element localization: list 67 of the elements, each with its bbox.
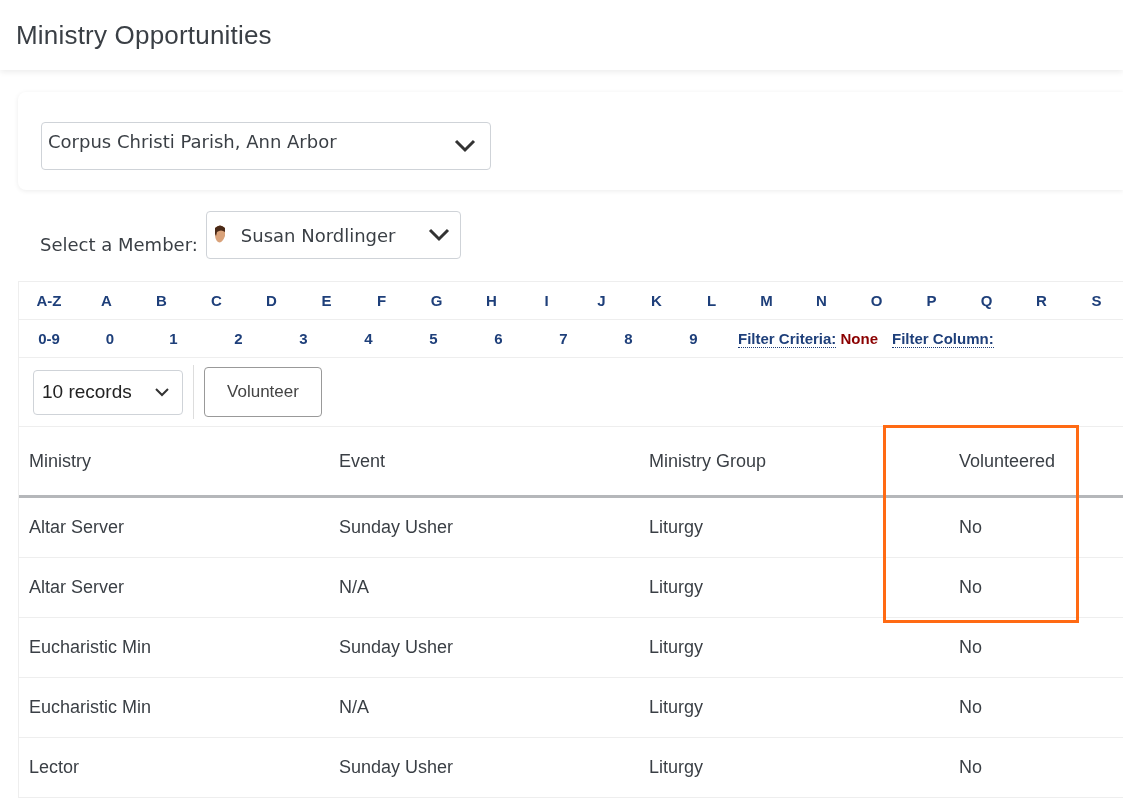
- letter-filter-link[interactable]: O: [849, 292, 904, 309]
- member-dropdown[interactable]: Susan Nordlinger: [205, 211, 461, 259]
- digit-filter-link[interactable]: 8: [596, 330, 661, 347]
- letter-filter-link[interactable]: C: [189, 292, 244, 309]
- member-label: Select a Member:: [40, 234, 198, 257]
- filter-column-label: Filter Column:: [892, 329, 994, 348]
- records-dropdown[interactable]: 10 records: [33, 369, 183, 415]
- filter-criteria-label: Filter Criteria:: [738, 330, 837, 348]
- digit-filter-link[interactable]: 5: [401, 330, 466, 347]
- digit-filter-link[interactable]: 1: [141, 330, 206, 347]
- letter-filter-link[interactable]: D: [244, 292, 299, 309]
- table-cell: Liturgy: [639, 496, 949, 558]
- digit-filter-link[interactable]: 0: [79, 330, 141, 347]
- letter-filter-link[interactable]: A-Z: [19, 292, 79, 309]
- letter-filter-link[interactable]: P: [904, 292, 959, 309]
- column-header[interactable]: Event: [329, 427, 639, 497]
- letter-filter-link[interactable]: N: [794, 292, 849, 309]
- digit-filter-link[interactable]: 4: [336, 330, 401, 347]
- letter-filter-link[interactable]: H: [464, 292, 519, 309]
- letter-filter-link[interactable]: I: [519, 292, 574, 309]
- table-cell: Altar Server: [19, 496, 329, 558]
- letter-filter-link[interactable]: M: [739, 292, 794, 309]
- table-cell: Sunday Usher: [329, 496, 639, 558]
- chevron-down-icon: [427, 228, 450, 242]
- table-cell: Altar Server: [19, 557, 329, 618]
- table-cell: Sunday Usher: [329, 737, 639, 798]
- digit-filter-link[interactable]: 3: [271, 330, 336, 347]
- table-cell: Liturgy: [639, 677, 949, 738]
- table-cell: N/A: [329, 677, 639, 738]
- volunteer-button[interactable]: Volunteer: [204, 367, 322, 417]
- digit-filter-link[interactable]: 0-9: [19, 330, 79, 347]
- filter-criteria-value: None: [840, 330, 879, 347]
- column-header[interactable]: Ministry Group: [639, 427, 949, 497]
- table-cell: Eucharistic Min: [19, 617, 329, 678]
- letter-filter-link[interactable]: R: [1014, 292, 1069, 309]
- chevron-down-icon: [454, 139, 476, 153]
- letter-filter-link[interactable]: Q: [959, 292, 1014, 309]
- chevron-down-icon: [154, 387, 170, 397]
- letter-filter-link[interactable]: G: [409, 292, 464, 309]
- digit-filter-link[interactable]: 7: [531, 330, 596, 347]
- table-cell: Eucharistic Min: [19, 677, 329, 738]
- page-title: Ministry Opportunities: [16, 19, 272, 51]
- table-cell: Liturgy: [639, 617, 949, 678]
- letter-filter-link[interactable]: K: [629, 292, 684, 309]
- letter-filter-link[interactable]: A: [79, 292, 134, 309]
- table-cell: Sunday Usher: [329, 617, 639, 678]
- table-cell: No: [949, 557, 1123, 618]
- column-header[interactable]: Ministry: [19, 427, 329, 497]
- table-cell: No: [949, 737, 1123, 798]
- column-header[interactable]: Volunteered: [949, 427, 1123, 497]
- letter-filter-link[interactable]: S: [1069, 292, 1123, 309]
- letter-filter-link[interactable]: B: [134, 292, 189, 309]
- table-cell: Liturgy: [639, 557, 949, 618]
- digit-filter-link[interactable]: 6: [466, 330, 531, 347]
- digit-filter-link[interactable]: 2: [206, 330, 271, 347]
- table-cell: Liturgy: [639, 737, 949, 798]
- letter-filter-link[interactable]: J: [574, 292, 629, 309]
- letter-filter-link[interactable]: E: [299, 292, 354, 309]
- table-cell: No: [949, 677, 1123, 738]
- table-cell: No: [949, 617, 1123, 678]
- table-cell: N/A: [329, 557, 639, 618]
- parish-dropdown[interactable]: Corpus Christi Parish, Ann Arbor: [41, 122, 491, 170]
- letter-filter-link[interactable]: F: [354, 292, 409, 309]
- table-cell: No: [949, 496, 1123, 558]
- digit-filter-link[interactable]: 9: [661, 330, 726, 347]
- letter-filter-link[interactable]: L: [684, 292, 739, 309]
- table-cell: Lector: [19, 737, 329, 798]
